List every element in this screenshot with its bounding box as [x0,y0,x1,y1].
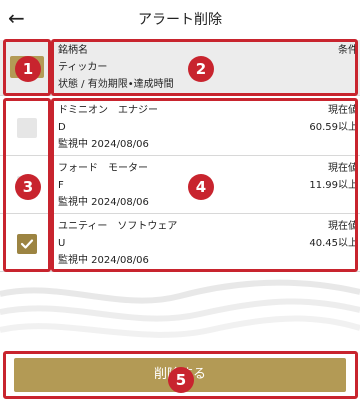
condition-label: 現在値 [328,221,358,232]
table-row[interactable]: ユニティー ソフトウェア U 監視中 2024/08/06 現在値 40.45以… [0,214,360,272]
header-ticker-label: ティッカー [58,62,108,73]
row-checkbox-cell [0,214,54,271]
condition-label: 現在値 [328,105,358,116]
callout-badge-5: 5 [168,367,194,393]
callout-badge-2: 2 [188,56,214,82]
ticker: U [58,238,66,249]
table-row[interactable]: フォード モーター F 監視中 2024/08/06 現在値 11.99以上 [0,156,360,214]
check-icon [20,239,34,249]
condition-value: 60.59以上 [309,122,358,133]
page-title: アラート削除 [138,12,222,28]
header-name-label: 銘柄名 [58,45,88,56]
condition-value: 40.45以上 [309,238,358,249]
stock-name: ユニティー ソフトウェア [58,221,178,232]
callout-badge-4: 4 [188,174,214,200]
table-row[interactable]: ドミニオン エナジー D 監視中 2024/08/06 現在値 60.59以上 [0,98,360,156]
row-checkbox-cell [0,98,54,155]
row-checkbox[interactable] [17,118,37,138]
wave-separator [0,279,360,338]
condition-value: 11.99以上 [309,180,358,191]
ticker: F [58,180,64,191]
condition-label: 現在値 [328,163,358,174]
row-details: ユニティー ソフトウェア U 監視中 2024/08/06 現在値 40.45以… [54,214,360,271]
table-header-row: 銘柄名 ティッカー 状態 / 有効期限•達成時間 条件 [0,40,360,96]
callout-badge-1: 1 [15,56,41,82]
row-details: ドミニオン エナジー D 監視中 2024/08/06 現在値 60.59以上 [54,98,360,155]
stock-name: フォード モーター [58,163,148,174]
row-checkbox-checked[interactable] [17,234,37,254]
status-date: 監視中 2024/08/06 [58,255,149,266]
header-condition-label: 条件 [338,45,358,56]
status-date: 監視中 2024/08/06 [58,197,149,208]
ticker: D [58,122,66,133]
callout-badge-3: 3 [15,174,41,200]
header-bar: ← アラート削除 [0,0,360,38]
status-date: 監視中 2024/08/06 [58,139,149,150]
header-status-label: 状態 / 有効期限•達成時間 [58,79,174,90]
alert-table: 銘柄名 ティッカー 状態 / 有効期限•達成時間 条件 ドミニオン エナジー D… [0,40,360,272]
stock-name: ドミニオン エナジー [58,105,158,116]
